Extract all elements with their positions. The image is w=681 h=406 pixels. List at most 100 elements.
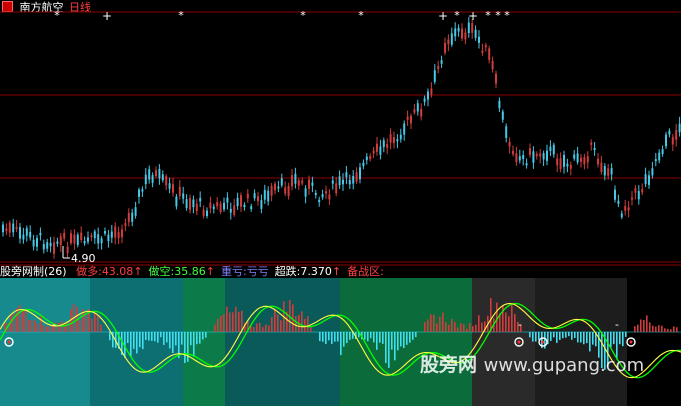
histogram-bar [217, 318, 219, 332]
histogram-bar [610, 332, 612, 348]
histogram-bar [49, 326, 51, 332]
histogram-bar [556, 332, 558, 343]
candle-body [233, 205, 236, 215]
candle-body [597, 158, 599, 165]
candle-body [280, 178, 283, 186]
histogram-bar [136, 332, 138, 354]
candle-body [144, 174, 147, 184]
histogram-bar [43, 325, 45, 332]
candle-body [658, 152, 661, 161]
histogram-bar [79, 319, 81, 332]
candle-body [542, 153, 545, 160]
candle-body [440, 60, 443, 64]
candle-body [508, 141, 511, 147]
candle-body [590, 142, 593, 145]
star-marker: * [485, 9, 491, 22]
candle-body [189, 198, 191, 210]
candle-body [447, 39, 450, 45]
histogram-bar [565, 332, 567, 338]
histogram-bar [625, 332, 627, 337]
candle-body [607, 168, 610, 176]
histogram-bar [448, 324, 450, 332]
histogram-bar [301, 311, 303, 332]
candle-body [556, 158, 559, 166]
candle-body [610, 168, 613, 175]
histogram-bar [139, 332, 141, 348]
signal-dot-icon [541, 340, 545, 344]
histogram-bar [409, 332, 411, 343]
candle-body [209, 202, 212, 209]
histogram-bar [238, 311, 240, 332]
plus-marker: + [468, 9, 478, 23]
histogram-bar [385, 332, 387, 364]
candle-body [644, 174, 647, 185]
candle-body [668, 130, 671, 135]
histogram-bar [412, 332, 414, 340]
histogram-bar [571, 332, 573, 340]
candle-body [199, 197, 202, 202]
candle-body [93, 231, 96, 239]
candle-body [175, 196, 178, 207]
candle-body [25, 228, 28, 236]
histogram-bar [514, 314, 516, 332]
candle-body [393, 137, 395, 144]
candle-body [263, 189, 266, 200]
histogram-bar [274, 310, 276, 332]
candle-body [376, 143, 378, 152]
candle-body [355, 172, 358, 182]
candle-body [260, 200, 263, 209]
candle-body [365, 156, 368, 161]
indicator-chart[interactable]: --- [0, 264, 681, 406]
histogram-bar [145, 332, 147, 341]
candle-body [46, 242, 49, 249]
histogram-bar [67, 321, 69, 332]
indicator-svg: --- [0, 264, 681, 406]
histogram-bar [502, 305, 504, 332]
histogram-bar [640, 319, 642, 332]
candle-body [675, 130, 678, 140]
candle-body [484, 44, 487, 48]
histogram-bar [271, 317, 273, 332]
candle-body [148, 169, 151, 180]
low-price-label: 4.90 [71, 252, 96, 264]
candle-body [331, 180, 334, 184]
histogram-bar [307, 316, 309, 332]
candle-body [437, 65, 440, 70]
candle-body [32, 239, 35, 247]
candle-body [423, 98, 426, 102]
candle-body [287, 185, 290, 196]
histogram-bar [619, 332, 621, 345]
candle-body [127, 212, 130, 223]
candle-body [559, 158, 562, 170]
histogram-bar [166, 332, 168, 343]
histogram-bar [58, 322, 60, 332]
histogram-bar [265, 324, 267, 332]
histogram-bar [256, 323, 258, 332]
histogram-bar [661, 325, 663, 332]
candle-body [311, 182, 314, 186]
histogram-bar [667, 328, 669, 332]
histogram-bar [196, 332, 198, 345]
histogram-bar [442, 312, 444, 332]
candlestick-chart[interactable]: * * * * * * * * + + +4.90 [0, 0, 681, 264]
histogram-bar [481, 322, 483, 332]
candle-body [53, 242, 55, 254]
histogram-bar [454, 321, 456, 332]
candle-body [274, 183, 276, 191]
candle-body [345, 172, 348, 178]
histogram-bar [655, 326, 657, 332]
candle-body [467, 22, 470, 33]
histogram-bar [424, 322, 426, 332]
candle-body [39, 232, 42, 236]
histogram-bar [91, 318, 93, 332]
candle-body [403, 123, 406, 135]
plus-marker: + [438, 9, 448, 23]
candle-body [478, 36, 480, 43]
histogram-bar [25, 310, 27, 332]
star-marker: * [504, 9, 510, 22]
histogram-bar [31, 320, 33, 332]
candle-body [291, 175, 293, 187]
candle-body [413, 109, 416, 113]
histogram-bar [415, 332, 417, 338]
candle-body [104, 231, 106, 234]
